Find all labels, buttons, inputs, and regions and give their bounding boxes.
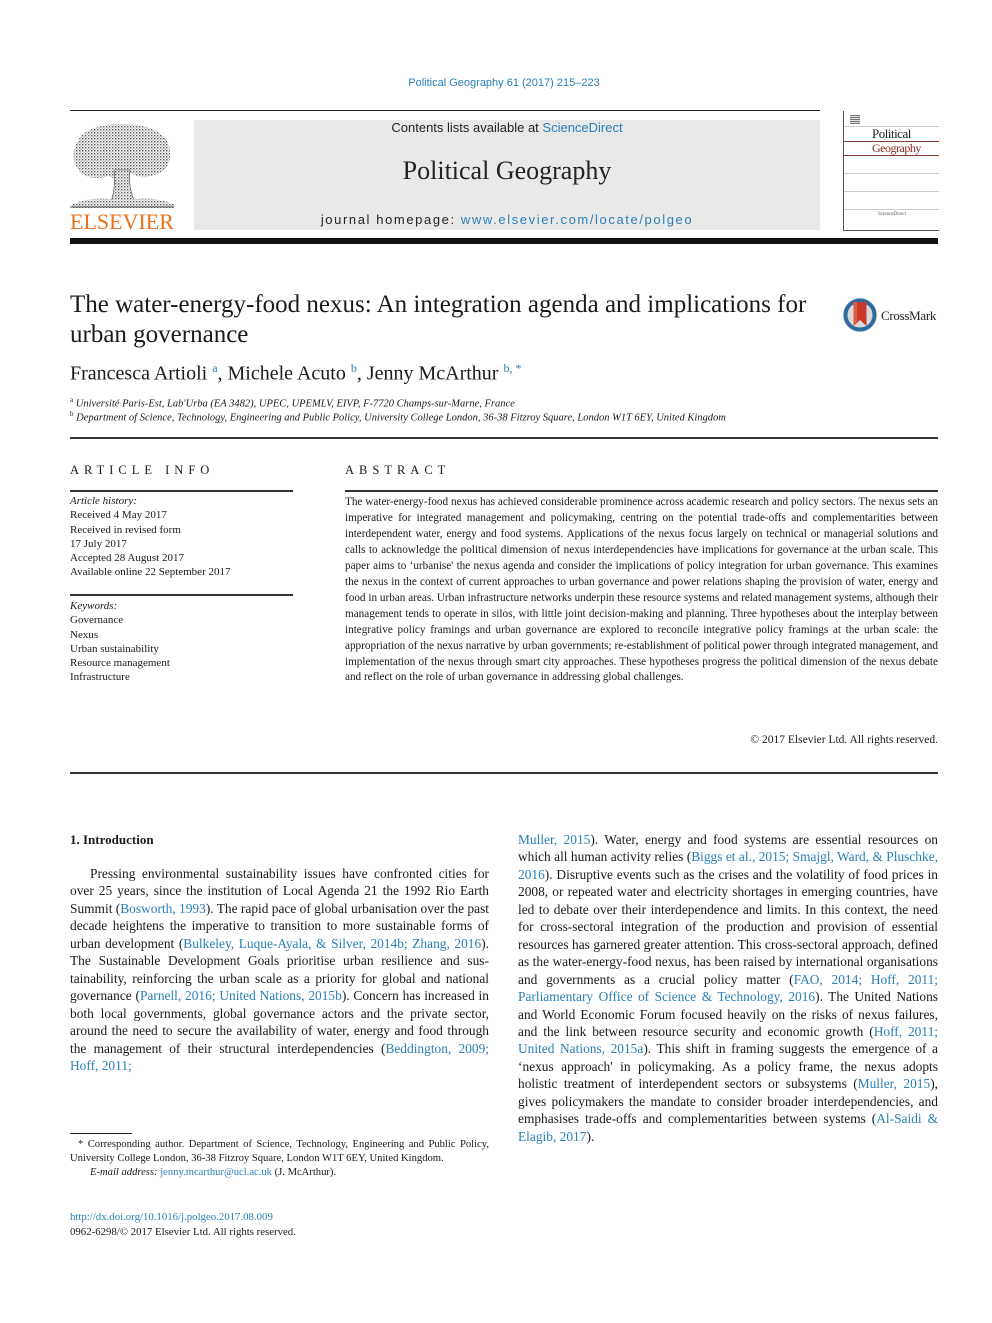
citation-link[interactable]: Muller, 2015: [858, 1076, 931, 1091]
abstract-heading: ABSTRACT: [345, 463, 451, 477]
section-rule: [70, 772, 938, 774]
email-suffix: (J. McArthur).: [271, 1167, 337, 1179]
keyword: Urban sustainability: [70, 642, 159, 655]
citation-link[interactable]: Bulkeley, Luque-Ayala, & Silver, 2014b; …: [183, 936, 481, 951]
email-label: E-mail address:: [90, 1167, 161, 1179]
cover-publisher-icon: [850, 115, 860, 124]
cover-title-line2: Geography: [872, 141, 921, 155]
article-title: The water-energy-food nexus: An integrat…: [70, 291, 807, 348]
doi-link[interactable]: http://dx.doi.org/10.1016/j.polgeo.2017.…: [70, 1211, 273, 1223]
history-item: Accepted 28 August 2017: [70, 552, 184, 565]
history-item: Received in revised form: [70, 523, 181, 536]
crossmark-label: CrossMark: [881, 308, 937, 323]
cover-rule: [844, 191, 939, 192]
author-list: Francesca Artioli a, Michele Acuto b, Je…: [70, 361, 521, 386]
crossmark-icon: [843, 298, 877, 332]
affiliation-b: b Department of Science, Technology, Eng…: [70, 410, 726, 424]
article-history: Article history: Received 4 May 2017 Rec…: [70, 494, 230, 580]
homepage-line: journal homepage: www.elsevier.com/locat…: [194, 212, 820, 227]
article-info-rule: [70, 490, 293, 492]
abstract-rule: [345, 490, 938, 492]
sciencedirect-link[interactable]: ScienceDirect: [542, 120, 622, 135]
cover-rule: [844, 155, 939, 156]
author-separator: ,: [356, 362, 367, 385]
history-item: Available online 22 September 2017: [70, 566, 231, 579]
affiliation-text: Université Paris-Est, Lab'Urba (EA 3482)…: [75, 398, 515, 410]
keywords: Keywords: Governance Nexus Urban sustain…: [70, 599, 170, 685]
author-separator: ,: [217, 362, 228, 385]
history-item: 17 July 2017: [70, 537, 127, 550]
keyword: Governance: [70, 614, 124, 627]
article-info-heading: ARTICLE INFO: [70, 463, 215, 477]
body-column-left: Pressing environmental sustainability is…: [70, 865, 489, 1074]
homepage-prefix: journal homepage:: [320, 212, 461, 227]
corresponding-author-text: * Corresponding author. Department of Sc…: [70, 1139, 489, 1165]
article-info-rule: [70, 594, 293, 596]
body-column-right: Muller, 2015). Water, energy and food sy…: [518, 831, 938, 1145]
citation-link[interactable]: Bosworth, 1993: [120, 901, 206, 916]
journal-title: Political Geography: [402, 156, 612, 185]
corresponding-author-footnote: * Corresponding author. Department of Sc…: [70, 1138, 489, 1181]
history-item: Received 4 May 2017: [70, 509, 167, 522]
keyword: Infrastructure: [70, 671, 130, 684]
journal-reference-link[interactable]: Political Geography 61 (2017) 215–223: [0, 77, 992, 89]
email-line: E-mail address: jenny.mcarthur@ucl.ac.uk…: [70, 1166, 489, 1180]
abstract-text: The water-energy-food nexus has achieved…: [345, 496, 938, 684]
section-heading-introduction: 1. Introduction: [70, 832, 154, 847]
affiliation-a: a Université Paris-Est, Lab'Urba (EA 348…: [70, 396, 515, 410]
affiliation-mark: b: [70, 410, 74, 418]
section-rule: [70, 437, 938, 439]
article-history-label: Article history:: [70, 495, 137, 507]
cover-title-line1: Political: [872, 126, 911, 141]
cover-rule: [844, 209, 939, 210]
journal-banner: Contents lists available at ScienceDirec…: [194, 120, 820, 230]
cover-footer: ScienceDirect: [878, 212, 907, 217]
email-link[interactable]: jenny.mcarthur@ucl.ac.uk: [160, 1167, 272, 1178]
footnote-rule: [70, 1133, 132, 1134]
elsevier-logo[interactable]: ELSEVIER: [70, 120, 174, 234]
affiliation-text: Department of Science, Technology, Engin…: [76, 412, 726, 424]
header-rule: [70, 110, 820, 111]
author-name[interactable]: Francesca Artioli: [70, 363, 207, 385]
journal-cover-thumbnail[interactable]: Political Geography ScienceDirect: [843, 111, 939, 231]
keyword: Resource management: [70, 657, 170, 670]
issn-copyright: 0962-6298/© 2017 Elsevier Ltd. All right…: [70, 1226, 296, 1238]
author-name[interactable]: Michele Acuto: [228, 363, 346, 385]
header-thick-rule: [70, 238, 938, 244]
citation-link[interactable]: Parnell, 2016; United Nations, 2015b: [140, 988, 342, 1003]
journal-homepage-link[interactable]: www.elsevier.com/locate/polgeo: [461, 212, 693, 227]
affiliation-mark: a: [70, 396, 74, 404]
affiliation-mark[interactable]: b, *: [503, 361, 521, 375]
publisher-name: ELSEVIER: [70, 209, 174, 234]
body-text: ). Disruptive events such as the crises …: [518, 866, 938, 987]
contents-line: Contents lists available at ScienceDirec…: [194, 120, 820, 135]
contents-prefix: Contents lists available at: [391, 120, 543, 135]
crossmark-button[interactable]: CrossMark: [842, 297, 942, 337]
author-name[interactable]: Jenny McArthur: [367, 363, 499, 385]
elsevier-tree-icon: [70, 124, 174, 208]
keyword: Nexus: [70, 628, 99, 641]
abstract-copyright: © 2017 Elsevier Ltd. All rights reserved…: [750, 734, 938, 746]
citation-link[interactable]: Muller, 2015: [518, 832, 590, 847]
cover-rule: [844, 173, 939, 174]
body-text: ).: [586, 1128, 595, 1144]
keywords-label: Keywords:: [70, 600, 118, 612]
